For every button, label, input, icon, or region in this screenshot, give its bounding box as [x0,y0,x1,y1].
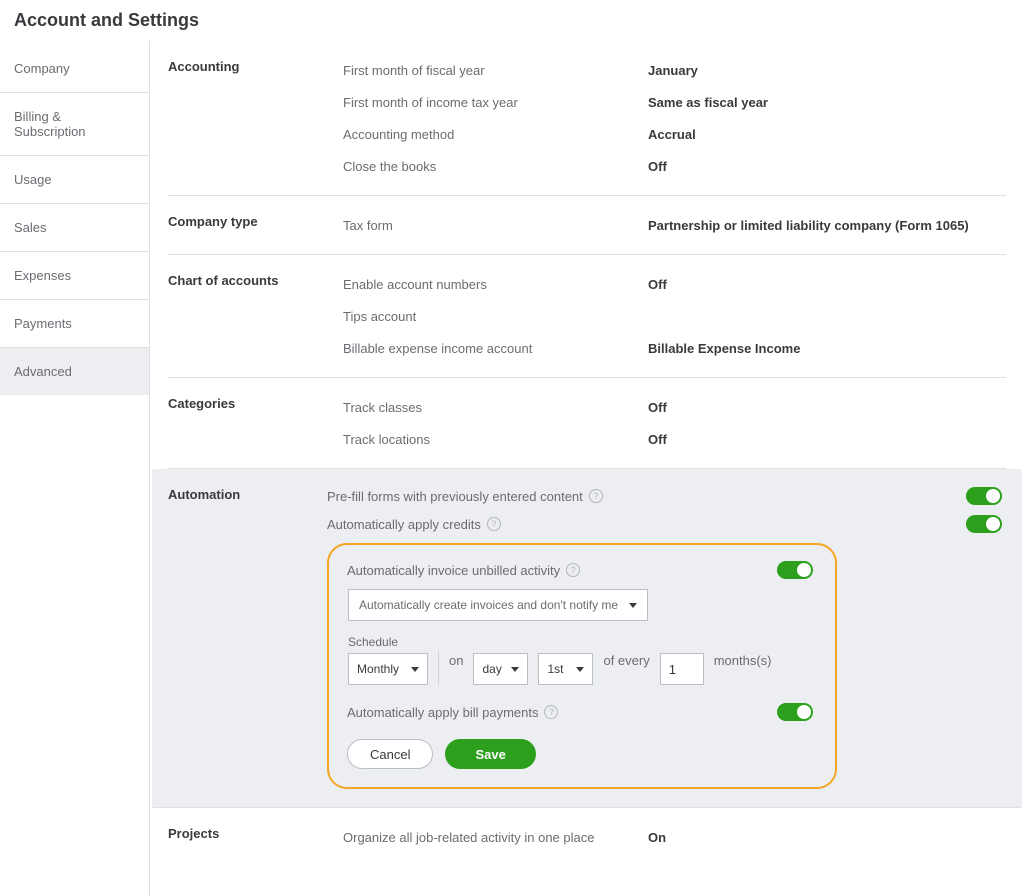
setting-value: Accrual [648,127,696,142]
setting-value: Off [648,432,667,447]
chevron-down-icon [511,667,519,672]
section-categories: Categories Track classes Off Track locat… [168,378,1006,469]
divider [438,651,439,685]
setting-label: Automatically apply bill payments [347,705,538,720]
setting-value: On [648,830,666,845]
chevron-down-icon [629,603,637,608]
section-title: Automation [168,487,327,789]
setting-row: Organize all job-related activity in one… [343,826,1006,848]
setting-value: Partnership or limited liability company… [648,218,969,233]
invoice-mode-select[interactable]: Automatically create invoices and don't … [348,589,648,621]
cancel-button[interactable]: Cancel [347,739,433,769]
invoice-mode-value: Automatically create invoices and don't … [359,598,618,612]
sidebar-item-billing[interactable]: Billing & Subscription [0,93,149,156]
setting-label: Automatically apply credits [327,517,481,532]
section-title: Projects [168,826,343,848]
setting-value: Billable Expense Income [648,341,800,356]
setting-row: Accounting method Accrual [343,123,1006,145]
section-company-type: Company type Tax form Partnership or lim… [168,196,1006,255]
help-icon[interactable]: ? [487,517,501,531]
setting-label: Enable account numbers [343,277,648,292]
schedule-day-ordinal-select[interactable]: 1st [538,653,593,685]
toggle-prefill[interactable] [966,487,1002,505]
help-icon[interactable]: ? [589,489,603,503]
setting-label: Tax form [343,218,648,233]
schedule-on-text: on [449,653,463,668]
toggle-auto-invoice[interactable] [777,561,813,579]
schedule-day-type-select[interactable]: day [473,653,528,685]
setting-value: January [648,63,698,78]
section-accounting: Accounting First month of fiscal year Ja… [168,41,1006,196]
schedule-interval-input[interactable] [660,653,704,685]
automation-row-apply-credits: Automatically apply credits ? [327,515,1006,533]
setting-value: Off [648,277,667,292]
setting-row: First month of income tax year Same as f… [343,91,1006,113]
setting-label: Tips account [343,309,648,324]
setting-value: Off [648,400,667,415]
setting-row: Billable expense income account Billable… [343,337,1006,359]
sidebar-item-sales[interactable]: Sales [0,204,149,252]
section-title: Chart of accounts [168,273,343,359]
page-title: Account and Settings [0,0,1024,41]
setting-label: Track classes [343,400,648,415]
section-chart-of-accounts: Chart of accounts Enable account numbers… [168,255,1006,378]
section-automation: Automation Pre-fill forms with previousl… [152,469,1022,808]
setting-row: Close the books Off [343,155,1006,177]
setting-row: Tips account [343,305,1006,327]
setting-label: First month of fiscal year [343,63,648,78]
sidebar-item-expenses[interactable]: Expenses [0,252,149,300]
sidebar: Company Billing & Subscription Usage Sal… [0,41,150,896]
sidebar-item-payments[interactable]: Payments [0,300,149,348]
setting-label: Organize all job-related activity in one… [343,830,648,845]
setting-label: Close the books [343,159,648,174]
schedule-of-every-text: of every [603,653,649,668]
save-button[interactable]: Save [445,739,535,769]
schedule-unit-text: months(s) [714,653,772,668]
setting-row: Enable account numbers Off [343,273,1006,295]
schedule-day-type-value: day [482,662,501,676]
section-title: Categories [168,396,343,450]
schedule-frequency-value: Monthly [357,662,399,676]
schedule-frequency-select[interactable]: Monthly [348,653,428,685]
setting-label: Track locations [343,432,648,447]
automation-row-prefill: Pre-fill forms with previously entered c… [327,487,1006,505]
chevron-down-icon [411,667,419,672]
setting-label: Pre-fill forms with previously entered c… [327,489,583,504]
setting-label: Billable expense income account [343,341,648,356]
sidebar-item-advanced[interactable]: Advanced [0,348,149,395]
setting-label: Automatically invoice unbilled activity [347,563,560,578]
help-icon[interactable]: ? [544,705,558,719]
setting-label: First month of income tax year [343,95,648,110]
section-projects: Projects Organize all job-related activi… [168,808,1006,866]
section-title: Company type [168,214,343,236]
automation-row-apply-bill: Automatically apply bill payments ? [347,703,817,721]
setting-value: Off [648,159,667,174]
highlighted-area: Automatically invoice unbilled activity … [327,543,837,789]
chevron-down-icon [576,667,584,672]
automation-row-auto-invoice: Automatically invoice unbilled activity … [347,561,817,579]
toggle-apply-credits[interactable] [966,515,1002,533]
sidebar-item-company[interactable]: Company [0,45,149,93]
toggle-apply-bill[interactable] [777,703,813,721]
help-icon[interactable]: ? [566,563,580,577]
section-title: Accounting [168,59,343,177]
schedule-label: Schedule [348,635,428,649]
setting-row: Track classes Off [343,396,1006,418]
setting-label: Accounting method [343,127,648,142]
schedule-day-ordinal-value: 1st [547,662,563,676]
setting-value: Same as fiscal year [648,95,768,110]
sidebar-item-usage[interactable]: Usage [0,156,149,204]
setting-row: Tax form Partnership or limited liabilit… [343,214,1006,236]
setting-row: Track locations Off [343,428,1006,450]
setting-row: First month of fiscal year January [343,59,1006,81]
